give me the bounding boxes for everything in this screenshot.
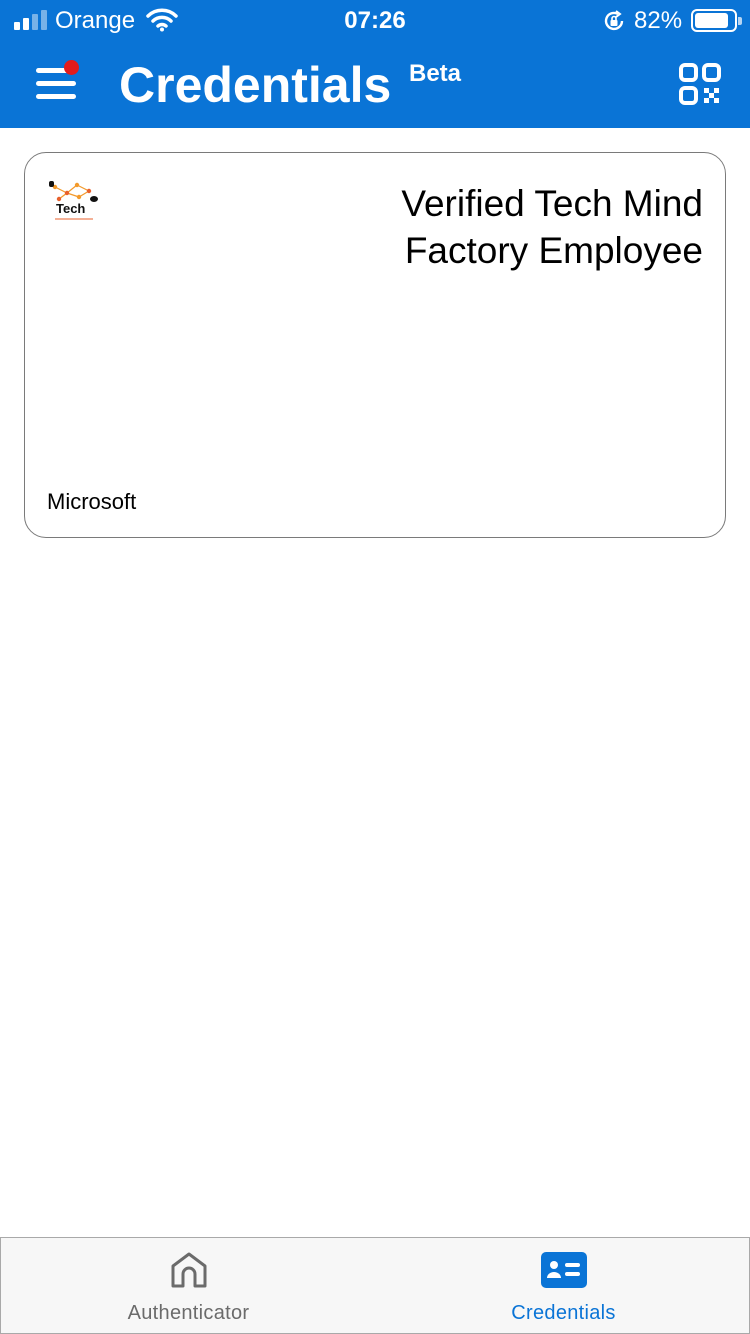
qr-code-icon[interactable] <box>678 62 722 106</box>
menu-button[interactable] <box>30 60 84 104</box>
status-bar: Orange 07:26 82% <box>0 0 750 44</box>
orientation-lock-icon <box>604 10 624 31</box>
app-header: Orange 07:26 82% Credentials Beta <box>0 0 750 128</box>
id-card-icon <box>541 1252 587 1288</box>
page-title: Credentials <box>119 57 392 113</box>
battery-fill <box>695 13 728 28</box>
home-icon <box>171 1252 207 1288</box>
credential-title: Verified Tech Mind Factory Employee <box>401 183 703 271</box>
tab-authenticator[interactable]: Authenticator <box>1 1238 376 1334</box>
bottom-tab-bar: Authenticator Credentials <box>0 1237 750 1334</box>
beta-badge: Beta <box>409 60 462 87</box>
tab-credentials[interactable]: Credentials <box>376 1238 750 1334</box>
credential-card[interactable]: Tech Verified Tech Mind Factory Employee… <box>24 152 726 538</box>
notification-dot-icon <box>64 60 79 75</box>
battery-percent: 82% <box>634 7 683 34</box>
battery-icon <box>691 9 742 32</box>
credential-issuer: Microsoft <box>47 489 137 514</box>
tab-authenticator-label: Authenticator <box>127 1302 250 1324</box>
tab-credentials-label: Credentials <box>511 1302 616 1324</box>
issuer-logo-text: Tech <box>56 201 86 216</box>
